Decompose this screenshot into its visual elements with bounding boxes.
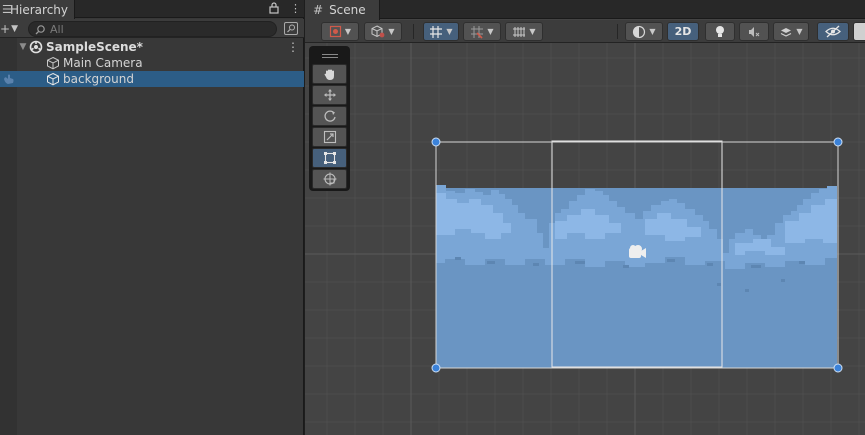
- rect-handle-bottom-right[interactable]: [833, 363, 843, 373]
- hierarchy-item-main-camera[interactable]: Main Camera: [0, 55, 304, 71]
- search-icon: [35, 24, 45, 34]
- grid-hash-icon: #: [313, 3, 324, 17]
- move-tool-button[interactable]: [312, 85, 347, 105]
- rect-tool-button[interactable]: [312, 148, 347, 168]
- search-scene-icon[interactable]: [284, 22, 298, 35]
- object-name: Main Camera: [63, 56, 143, 70]
- scene-panel: # Scene ▼ ▼ ▼ ▼ ▼ ▼ 2D ▼: [305, 0, 865, 435]
- scene-name: SampleScene*: [46, 40, 143, 54]
- toggle-2d-button[interactable]: 2D: [667, 22, 699, 41]
- eye-hidden-icon: [825, 25, 841, 38]
- scene-visibility-toggle[interactable]: [817, 22, 849, 41]
- toolbar-divider: [617, 24, 618, 39]
- rect-handle-top-left[interactable]: [431, 137, 441, 147]
- toolbar-divider: [413, 24, 414, 39]
- chevron-down-icon: ▼: [487, 27, 494, 36]
- hierarchy-gutter: [0, 38, 17, 435]
- chevron-down-icon: ▼: [796, 27, 803, 36]
- plus-icon: +: [0, 21, 11, 36]
- hand-icon: [324, 69, 334, 80]
- tab-scene[interactable]: # Scene: [305, 0, 380, 20]
- audio-toggle[interactable]: [739, 22, 769, 41]
- rect-transform-icon: [323, 152, 336, 164]
- hierarchy-tab-bar: ☰ Hierarchy ⋮: [0, 0, 304, 19]
- tools-overlay: [309, 46, 350, 191]
- overlay-drag-handle[interactable]: [312, 49, 347, 63]
- scene-tab-bar: # Scene: [305, 0, 865, 20]
- gizmos-toggle[interactable]: [853, 22, 865, 41]
- hamburger-list-icon: ☰: [2, 3, 12, 16]
- chevron-down-icon: ▼: [649, 27, 656, 36]
- scene-row[interactable]: ▼ SampleScene* ⋮: [0, 39, 304, 55]
- rect-handle-bottom-left[interactable]: [431, 363, 441, 373]
- scene-viewport[interactable]: [305, 43, 865, 435]
- foldout-arrow-icon[interactable]: ▼: [17, 42, 29, 52]
- effects-layers-icon: [781, 27, 792, 37]
- scale-icon: [323, 130, 336, 144]
- object-name: background: [63, 72, 134, 86]
- grid-visibility-dropdown[interactable]: ▼: [505, 22, 543, 41]
- cube-x-icon: [371, 25, 385, 38]
- hand-pointer-icon: [4, 74, 14, 84]
- hierarchy-search[interactable]: [28, 21, 277, 37]
- background-sprite[interactable]: [436, 185, 837, 368]
- shading-mode-dropdown[interactable]: ▼: [364, 22, 402, 41]
- rotate-tool-button[interactable]: [312, 106, 347, 126]
- effects-dropdown[interactable]: ▼: [773, 22, 809, 41]
- hierarchy-search-input[interactable]: [50, 22, 270, 36]
- scene-toolbar: ▼ ▼ ▼ ▼ ▼ ▼ 2D ▼: [305, 20, 865, 43]
- chevron-down-icon: ▼: [11, 23, 18, 34]
- hand-tool-button[interactable]: [312, 64, 347, 84]
- transform-icon: [323, 172, 336, 186]
- scene-grid: [305, 43, 865, 435]
- gameobject-cube-icon: [47, 72, 59, 86]
- chevron-down-icon: ▼: [446, 27, 453, 36]
- gameobject-cube-icon: [47, 56, 59, 70]
- rect-handle-top-right[interactable]: [833, 137, 843, 147]
- rotate-icon: [323, 110, 336, 122]
- create-dropdown-button[interactable]: + ▼: [0, 21, 20, 36]
- hierarchy-item-background[interactable]: background: [0, 71, 304, 87]
- grid-lines-icon: [513, 26, 526, 37]
- hierarchy-tab-label: Hierarchy: [10, 2, 69, 17]
- grid-snap-toggle[interactable]: ▼: [423, 22, 459, 41]
- sphere-shading-icon: [633, 25, 646, 38]
- transform-tool-button[interactable]: [312, 169, 347, 189]
- chevron-down-icon: ▼: [529, 27, 536, 36]
- unity-scene-icon: [29, 40, 43, 54]
- incremental-snap-dropdown[interactable]: ▼: [463, 22, 501, 41]
- draw-mode-icon: [329, 25, 342, 38]
- scale-tool-button[interactable]: [312, 127, 347, 147]
- lighting-toggle[interactable]: [705, 22, 735, 41]
- hierarchy-toolbar: + ▼: [0, 19, 304, 38]
- hierarchy-panel: ☰ Hierarchy ⋮ + ▼ ▼ SampleScene*: [0, 0, 304, 435]
- draw-mode-dropdown[interactable]: ▼: [321, 22, 359, 41]
- shading-sphere-dropdown[interactable]: ▼: [625, 22, 663, 41]
- chevron-down-icon: ▼: [344, 27, 352, 36]
- grid-snap-icon: [430, 25, 443, 38]
- move-arrows-icon: [323, 89, 336, 101]
- scene-tab-label: Scene: [329, 3, 366, 17]
- lock-icon[interactable]: [269, 2, 279, 18]
- chevron-down-icon: ▼: [388, 27, 395, 36]
- tab-hierarchy[interactable]: ☰ Hierarchy: [0, 0, 75, 19]
- scene-menu-icon[interactable]: ⋮: [287, 40, 299, 54]
- lightbulb-icon: [716, 25, 724, 37]
- panel-menu-icon[interactable]: ⋮: [290, 2, 301, 16]
- audio-mute-icon: [749, 26, 760, 37]
- snap-increment-icon: [471, 25, 484, 39]
- 2d-label: 2D: [674, 25, 692, 38]
